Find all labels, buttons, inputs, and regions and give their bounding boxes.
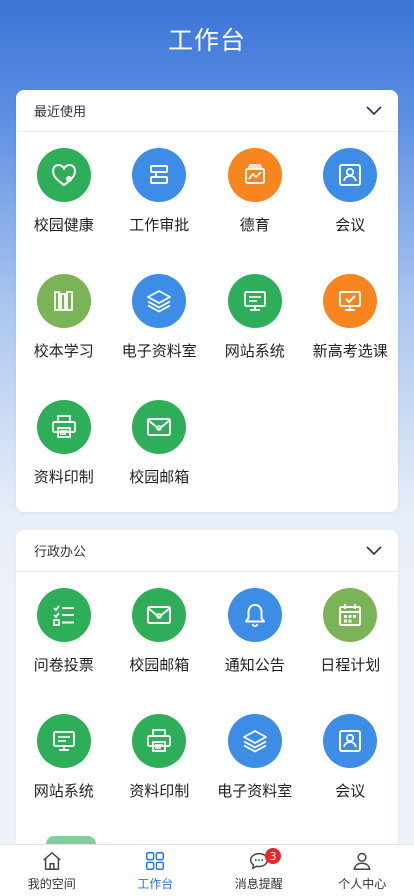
printer-icon <box>132 714 187 768</box>
app-item[interactable]: 问卷投票 <box>16 588 112 714</box>
app-item[interactable]: 校园健康 <box>16 148 112 274</box>
moral-icon <box>227 148 282 202</box>
meeting-icon <box>323 714 378 768</box>
grid-icon <box>146 851 165 870</box>
app-item-label: 资料印制 <box>129 782 190 800</box>
office-card-header[interactable]: 行政办公 <box>16 530 398 572</box>
office-card: 行政办公 问卷投票 校园邮箱 通知公告 日程计划网站系统 资料印制 电子资料室 会议 <box>16 530 398 860</box>
app-item[interactable]: 日程计划 <box>303 588 399 714</box>
app-item-label: 校园邮箱 <box>129 656 190 674</box>
calendar-icon <box>323 588 378 642</box>
app-item-label: 问卷投票 <box>33 656 94 674</box>
monitor-icon <box>227 274 282 328</box>
layers-icon <box>132 274 187 328</box>
app-item-label: 电子资料室 <box>217 782 293 800</box>
tab-messages[interactable]: 3 消息提醒 <box>207 845 311 896</box>
app-item[interactable]: 校园邮箱 <box>112 588 208 714</box>
app-item[interactable]: 资料印制 <box>112 714 208 840</box>
tab-label: 个人中心 <box>338 876 387 891</box>
app-item[interactable]: 通知公告 <box>207 588 303 714</box>
app-item[interactable]: 德育 <box>207 148 303 274</box>
home-icon <box>43 851 61 870</box>
app-item-label: 校本学习 <box>33 342 94 360</box>
books-icon <box>36 274 91 328</box>
app-item[interactable]: 会议 <box>303 148 399 274</box>
app-item[interactable]: 电子资料室 <box>112 274 208 400</box>
app-item[interactable]: 校本学习 <box>16 274 112 400</box>
mail-icon <box>132 400 187 454</box>
app-item[interactable]: 会议 <box>303 714 399 840</box>
monitor-icon <box>36 714 91 768</box>
printer-icon <box>36 400 91 454</box>
app-item-label: 校园健康 <box>33 216 94 234</box>
app-item-label: 网站系统 <box>224 342 285 360</box>
recent-card-header[interactable]: 最近使用 <box>16 90 398 132</box>
app-item[interactable]: 校园邮箱 <box>112 400 208 526</box>
app-item-label: 工作审批 <box>129 216 190 234</box>
page-title: 工作台 <box>167 26 246 55</box>
app-item-label: 新高考选课 <box>312 342 388 360</box>
app-item-label: 德育 <box>239 216 270 234</box>
tab-workbench[interactable]: 工作台 <box>104 845 208 896</box>
tab-label: 工作台 <box>137 876 174 891</box>
app-item-label: 电子资料室 <box>121 342 197 360</box>
approval-icon <box>132 148 187 202</box>
app-item[interactable]: 网站系统 <box>16 714 112 840</box>
app-item-label: 资料印制 <box>33 468 94 486</box>
partial-app-icon <box>46 836 96 844</box>
app-item[interactable]: 电子资料室 <box>207 714 303 840</box>
bell-icon <box>227 588 282 642</box>
chevron-down-icon[interactable] <box>366 545 382 556</box>
heart-icon <box>36 148 91 202</box>
recent-grid: 校园健康 工作审批 德育 会议校本学习 电子资料室 网站系统 新高考选课资料印制 校园邮箱 <box>16 132 398 526</box>
bottom-tab-bar: 我的空间 工作台 3 消息提醒 个人中心 <box>0 844 414 896</box>
recent-card-title: 最近使用 <box>34 105 87 120</box>
app-item-label: 会议 <box>335 216 366 234</box>
office-grid: 问卷投票 校园邮箱 通知公告 日程计划网站系统 资料印制 电子资料室 会议 <box>16 572 398 840</box>
screen-course-icon <box>323 274 378 328</box>
recent-card: 最近使用 校园健康 工作审批 德育 会议校本学习 电子资料室 网站系统 新高考选课资料印制 校… <box>16 90 398 512</box>
app-item[interactable]: 新高考选课 <box>303 274 399 400</box>
app-item-label: 日程计划 <box>320 656 381 674</box>
app-item-label: 会议 <box>335 782 366 800</box>
app-item[interactable]: 工作审批 <box>112 148 208 274</box>
app-item-label: 校园邮箱 <box>129 468 190 486</box>
mail-icon <box>132 588 187 642</box>
tab-label: 我的空间 <box>27 876 76 891</box>
chevron-down-icon[interactable] <box>366 105 382 116</box>
tab-my-space[interactable]: 我的空间 <box>0 845 104 896</box>
layers-icon <box>227 714 282 768</box>
tab-label: 消息提醒 <box>234 876 283 891</box>
app-item[interactable]: 网站系统 <box>207 274 303 400</box>
tab-personal-center[interactable]: 个人中心 <box>311 845 414 896</box>
meeting-icon <box>323 148 378 202</box>
message-count-badge: 3 <box>265 848 281 864</box>
office-card-title: 行政办公 <box>34 545 87 560</box>
user-icon <box>353 852 371 870</box>
app-item-label: 通知公告 <box>224 656 285 674</box>
app-item[interactable]: 资料印制 <box>16 400 112 526</box>
app-item-label: 网站系统 <box>33 782 94 800</box>
checklist-icon <box>36 588 91 642</box>
